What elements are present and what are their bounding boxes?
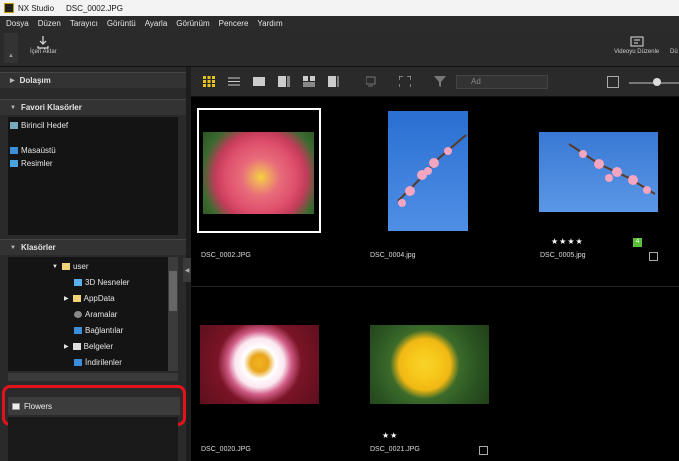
thumbnail-filename: DSC_0005.jpg	[540, 252, 586, 259]
sort-dropdown[interactable]: Ad	[456, 75, 548, 89]
tree-item-links[interactable]: Bağlantılar	[74, 326, 123, 335]
collapse-icon: ▼	[10, 104, 16, 111]
sidebar: ▶ Dolaşım ▼ Favori Klasörler Birincil Hede…	[0, 67, 186, 461]
folder-icon	[10, 122, 18, 129]
app-title: NX Studio	[18, 3, 55, 13]
view-toolbar: Ad	[191, 67, 679, 97]
file-title: DSC_0002.JPG	[66, 3, 123, 13]
fav-item-pictures[interactable]: Resimler	[10, 159, 53, 168]
folder-icon	[61, 263, 70, 270]
menu-edit[interactable]: Düzen	[38, 19, 61, 28]
import-label: İçeri Aktar	[30, 49, 57, 55]
collapse-icon: ▼	[10, 244, 16, 251]
menu-view[interactable]: Görünüm	[176, 19, 209, 28]
rating-stars: ★★★★	[551, 237, 584, 246]
edit-video-label-cut: Dü	[670, 49, 678, 55]
video-edit-icon	[630, 36, 644, 47]
list-view-icon[interactable]	[228, 76, 240, 87]
albums-panel	[8, 417, 178, 461]
link-icon	[74, 327, 82, 334]
folders-tree-panel: ▼ user 3D Nesneler ▶ AppData Aramalar Bağl…	[8, 257, 178, 371]
thumbnail-filename: DSC_0021.JPG	[370, 446, 420, 453]
edit-video-button[interactable]: Videoyu Düzenle	[614, 35, 659, 55]
app-logo-icon	[4, 3, 14, 13]
thumbnail-image[interactable]	[388, 111, 468, 231]
toolbar-collapse-button[interactable]: ▲	[4, 33, 18, 63]
tree-item-searches[interactable]: Aramalar	[74, 310, 117, 319]
tree-item-3d-objects[interactable]: 3D Nesneler	[74, 278, 129, 287]
tree-item-downloads[interactable]: İndirilenler	[74, 358, 122, 367]
filmstrip-view-icon[interactable]	[278, 76, 290, 87]
sidebar-collapse-button[interactable]: ◀	[183, 258, 191, 282]
desktop-icon	[10, 147, 18, 154]
tree-item-documents[interactable]: ▶ Belgeler	[64, 342, 113, 351]
menu-adjust[interactable]: Ayarla	[145, 19, 168, 28]
fullscreen-icon[interactable]	[399, 76, 411, 87]
import-icon	[37, 36, 49, 49]
menu-window[interactable]: Pencere	[219, 19, 249, 28]
filter-icon[interactable]	[434, 76, 446, 87]
thumbnail-image[interactable]	[203, 132, 314, 214]
tree-item-user[interactable]: ▼ user	[52, 262, 89, 271]
thumbnail-image[interactable]	[200, 325, 319, 404]
title-bar: NX Studio DSC_0002.JPG	[0, 0, 679, 16]
fav-item-primary[interactable]: Birincil Hedef	[10, 121, 68, 130]
blossom-branch-graphic	[397, 134, 467, 207]
thumbnail-filename: DSC_0002.JPG	[201, 252, 251, 259]
grid-view-icon[interactable]	[203, 76, 215, 87]
tree-item-appdata[interactable]: ▶ AppData	[64, 294, 115, 303]
import-button[interactable]: İçeri Aktar	[30, 35, 57, 55]
menu-help[interactable]: Yardım	[257, 19, 282, 28]
folders-header[interactable]: ▼ Klasörler	[0, 239, 186, 255]
thumbnail-filename: DSC_0004.jpg	[370, 252, 416, 259]
slider-handle[interactable]	[653, 78, 661, 86]
3d-objects-icon	[74, 279, 82, 286]
side-by-side-view-icon[interactable]	[328, 76, 340, 87]
blossom-branch-graphic	[568, 143, 656, 195]
menu-bar: Dosya Düzen Tarayıcı Görüntü Ayarla Görü…	[0, 16, 679, 30]
favorites-header[interactable]: ▼ Favori Klasörler	[0, 99, 186, 115]
thumbnail-image[interactable]	[370, 325, 489, 404]
search-icon	[74, 311, 82, 318]
compare-view-icon[interactable]	[303, 76, 315, 87]
fav-item-desktop[interactable]: Masaüstü	[10, 146, 56, 155]
thumbnail-grid: DSC_0002.JPG DSC_0004.jpg ★★★★ 4 DSC_000…	[191, 97, 679, 461]
download-icon	[74, 359, 82, 366]
document-icon	[72, 343, 81, 350]
edited-icon	[649, 252, 658, 261]
folders-scroll-thumb[interactable]	[169, 271, 177, 311]
menu-file[interactable]: Dosya	[6, 19, 29, 28]
expand-icon: ▶	[10, 78, 15, 84]
menu-browser[interactable]: Tarayıcı	[70, 19, 98, 28]
label-badge: 4	[633, 238, 642, 247]
edit-video-label: Videoyu Düzenle	[614, 49, 660, 55]
thumbnail-size-icon[interactable]	[607, 76, 619, 88]
menu-image[interactable]: Görüntü	[107, 19, 136, 28]
navigation-header[interactable]: ▶ Dolaşım	[0, 72, 186, 88]
pictures-icon	[10, 160, 18, 167]
thumbnail-image[interactable]	[539, 132, 658, 212]
thumbnail-filename: DSC_0020.JPG	[201, 446, 251, 453]
edited-icon	[479, 446, 488, 455]
favorites-panel: Birincil Hedef Masaüstü Resimler	[8, 117, 178, 235]
display-options-icon[interactable]	[366, 76, 378, 87]
single-view-icon[interactable]	[253, 76, 265, 87]
rating-stars: ★★	[382, 431, 399, 440]
main-toolbar: ▲ İçeri Aktar Videoyu Düzenle Dü	[0, 30, 679, 67]
folders-hscrollbar[interactable]	[8, 373, 178, 381]
row-divider	[191, 286, 679, 287]
folder-icon	[72, 295, 81, 302]
